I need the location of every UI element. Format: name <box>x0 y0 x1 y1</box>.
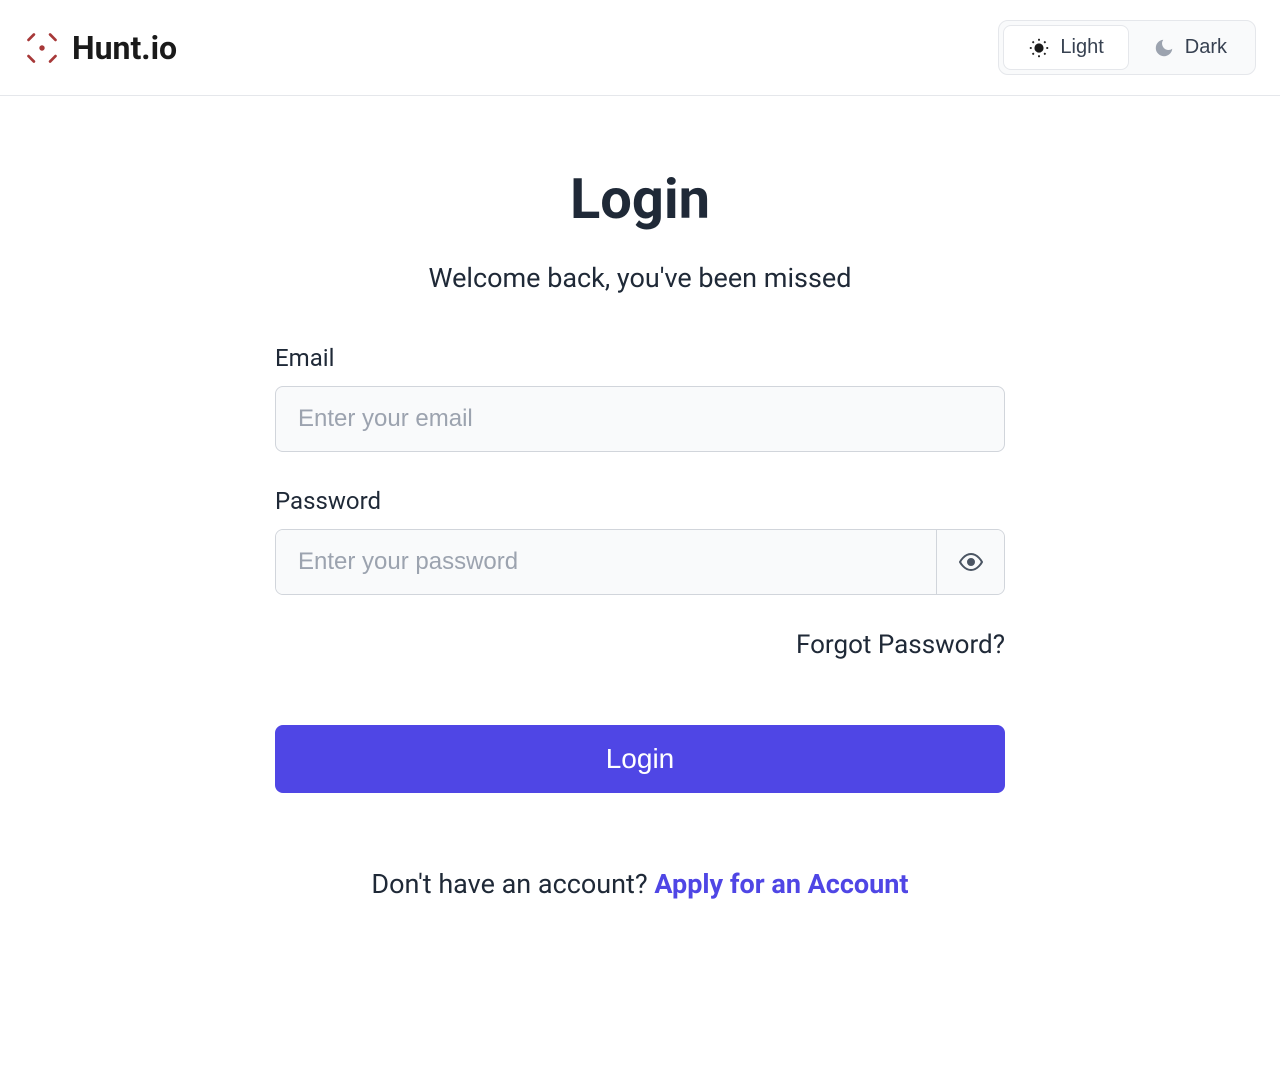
brand-name: Hunt.io <box>72 29 177 67</box>
signup-prompt: Don't have an account? Apply for an Acco… <box>275 868 1005 900</box>
eye-icon <box>959 550 983 574</box>
toggle-password-visibility-button[interactable] <box>936 530 1004 594</box>
email-form-group: Email <box>275 344 1005 452</box>
signup-link[interactable]: Apply for an Account <box>654 868 908 900</box>
hunt-logo-icon <box>24 30 60 66</box>
email-input[interactable] <box>275 386 1005 452</box>
dark-theme-button[interactable]: Dark <box>1129 25 1251 70</box>
password-input-wrapper <box>275 529 1005 595</box>
login-form-container: Login Welcome back, you've been missed E… <box>275 96 1005 930</box>
password-input[interactable] <box>276 530 936 594</box>
login-submit-button[interactable]: Login <box>275 725 1005 793</box>
page-subtitle: Welcome back, you've been missed <box>275 262 1005 294</box>
logo-container[interactable]: Hunt.io <box>24 29 177 67</box>
theme-toggle: Light Dark <box>998 20 1256 75</box>
page-title: Login <box>275 166 1005 232</box>
light-theme-button[interactable]: Light <box>1003 25 1128 70</box>
header: Hunt.io Light Dark <box>0 0 1280 96</box>
forgot-password-link[interactable]: Forgot Password? <box>275 630 1005 660</box>
signup-prompt-text: Don't have an account? <box>371 868 654 900</box>
sun-icon <box>1028 37 1050 59</box>
moon-icon <box>1153 37 1175 59</box>
password-label: Password <box>275 487 1005 515</box>
email-label: Email <box>275 344 1005 372</box>
dark-label: Dark <box>1185 36 1227 59</box>
light-label: Light <box>1060 36 1103 59</box>
password-form-group: Password <box>275 487 1005 595</box>
